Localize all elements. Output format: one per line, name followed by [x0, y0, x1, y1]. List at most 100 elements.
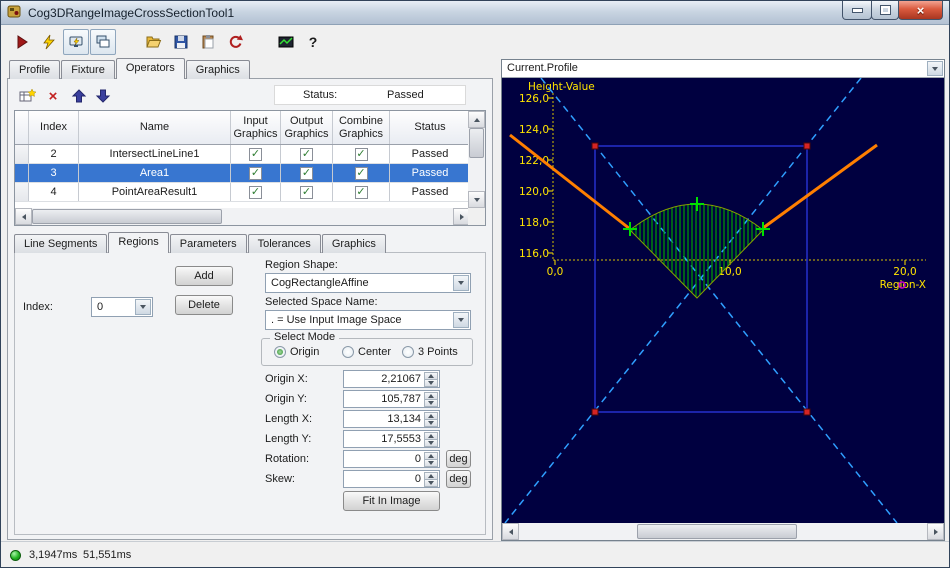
paste-button[interactable] [195, 29, 221, 55]
profile-selector[interactable]: Current.Profile [502, 60, 944, 78]
dropdown-button[interactable] [135, 299, 151, 315]
col-index[interactable]: Index [29, 111, 79, 144]
table-row-selected[interactable]: 3 Area1 ✓ ✓ ✓ Passed [15, 164, 470, 183]
run-button[interactable] [9, 29, 35, 55]
tab-graphics[interactable]: Graphics [185, 60, 250, 79]
reset-button[interactable] [222, 29, 248, 55]
move-up-button[interactable] [68, 85, 90, 107]
output-graphics-checkbox[interactable]: ✓ [300, 185, 313, 199]
scroll-down-button[interactable] [468, 191, 485, 208]
skew-deg-button[interactable]: deg [446, 470, 471, 488]
open-button[interactable] [141, 29, 167, 55]
row-header [15, 145, 29, 163]
tab-regions[interactable]: Regions [108, 232, 169, 253]
y-tick: 116,0 [519, 248, 549, 260]
tab-parameters[interactable]: Parameters [169, 234, 247, 253]
table-row[interactable]: 4 PointAreaResult1 ✓ ✓ ✓ Passed [15, 183, 470, 202]
dropdown-button[interactable] [927, 61, 943, 76]
table-vscrollbar[interactable] [468, 111, 485, 208]
delete-button[interactable]: Delete [175, 295, 233, 315]
cell-output-graphics: ✓ [281, 164, 333, 182]
region-corner-handle[interactable] [803, 142, 811, 150]
col-name[interactable]: Name [79, 111, 231, 144]
space-name-select[interactable]: . = Use Input Image Space [265, 310, 471, 330]
float-window-toggle[interactable] [90, 29, 116, 55]
select-mode-label: Select Mode [270, 331, 340, 343]
help-button[interactable]: ? [300, 29, 326, 55]
cell-index: 2 [29, 145, 79, 163]
save-button[interactable] [168, 29, 194, 55]
add-operator-button[interactable] [16, 85, 38, 107]
col-combine-graphics[interactable]: Combine Graphics [333, 111, 390, 144]
minimize-button[interactable] [842, 1, 872, 20]
rotation-deg-button[interactable]: deg [446, 450, 471, 468]
y-tick: 126,0 [519, 93, 549, 105]
table-row[interactable]: 2 IntersectLineLine1 ✓ ✓ ✓ Passed [15, 145, 470, 164]
add-button[interactable]: Add [175, 266, 233, 286]
input-graphics-checkbox[interactable]: ✓ [249, 185, 262, 199]
tab-operators[interactable]: Operators [115, 58, 185, 79]
col-status[interactable]: Status [390, 111, 470, 144]
maximize-button[interactable] [871, 1, 899, 20]
mode-center-option[interactable]: Center [342, 346, 391, 358]
region-index-select[interactable]: 0 [91, 297, 153, 317]
tab-graphics-sub[interactable]: Graphics [321, 234, 386, 253]
spinner[interactable] [424, 372, 438, 387]
region-shape-select[interactable]: CogRectangleAffine [265, 273, 471, 293]
tab-fixture[interactable]: Fixture [61, 60, 115, 79]
tab-tolerances[interactable]: Tolerances [247, 234, 321, 253]
profile-scope-button[interactable] [273, 29, 299, 55]
input-graphics-checkbox[interactable]: ✓ [249, 166, 262, 180]
col-input-graphics[interactable]: Input Graphics [231, 111, 281, 144]
spinner[interactable] [424, 472, 438, 487]
tab-profile[interactable]: Profile [9, 60, 61, 79]
close-button[interactable]: × [898, 1, 943, 20]
cell-status: Passed [411, 147, 449, 160]
spinner[interactable] [424, 432, 438, 447]
scroll-right-button[interactable] [927, 523, 944, 540]
operator-status-strip: Status: Passed [274, 85, 466, 105]
origin-y-field[interactable]: 105,787 [343, 390, 440, 408]
vscroll-thumb[interactable] [469, 128, 484, 158]
mode-3points-option[interactable]: 3 Points [402, 346, 458, 358]
delete-operator-button[interactable]: × [42, 85, 64, 107]
tab-line-segments[interactable]: Line Segments [14, 234, 108, 253]
rotation-field[interactable]: 0 [343, 450, 440, 468]
plot-hscrollbar[interactable] [502, 523, 944, 540]
scroll-up-button[interactable] [468, 111, 485, 128]
origin-x-field[interactable]: 2,21067 [343, 370, 440, 388]
fit-in-image-button[interactable]: Fit In Image [343, 491, 440, 511]
output-graphics-checkbox[interactable]: ✓ [300, 147, 313, 161]
dropdown-button[interactable] [453, 275, 469, 291]
hscroll-thumb[interactable] [32, 209, 222, 224]
spinner[interactable] [424, 412, 438, 427]
col-output-graphics[interactable]: Output Graphics [281, 111, 333, 144]
move-down-button[interactable] [92, 85, 114, 107]
show-control-toggle[interactable] [63, 29, 89, 55]
mode-origin-option[interactable]: Origin [274, 346, 319, 358]
skew-field[interactable]: 0 [343, 470, 440, 488]
radio-icon [342, 346, 354, 358]
titlebar[interactable]: Cog3DRangeImageCrossSectionTool1 × [1, 1, 949, 25]
output-graphics-checkbox[interactable]: ✓ [300, 166, 313, 180]
length-y-field[interactable]: 17,5553 [343, 430, 440, 448]
profile-plot[interactable]: Height-Value 126,0 124,0 122,0 120,0 118… [502, 78, 944, 523]
region-corner-handle[interactable] [591, 408, 599, 416]
dropdown-button[interactable] [453, 312, 469, 328]
scroll-left-button[interactable] [502, 523, 519, 540]
electric-run-button[interactable] [36, 29, 62, 55]
region-corner-handle[interactable] [803, 408, 811, 416]
row-header [15, 183, 29, 201]
region-corner-handle[interactable] [591, 142, 599, 150]
input-graphics-checkbox[interactable]: ✓ [249, 147, 262, 161]
combine-graphics-checkbox[interactable]: ✓ [354, 166, 368, 180]
length-x-field[interactable]: 13,134 [343, 410, 440, 428]
table-hscrollbar[interactable] [15, 208, 470, 225]
y-tick: 118,0 [519, 217, 549, 229]
spinner[interactable] [424, 452, 438, 467]
combine-graphics-checkbox[interactable]: ✓ [354, 147, 368, 161]
spinner[interactable] [424, 392, 438, 407]
scroll-left-button[interactable] [15, 208, 32, 225]
combine-graphics-checkbox[interactable]: ✓ [354, 185, 368, 199]
plot-hscroll-thumb[interactable] [637, 524, 797, 539]
